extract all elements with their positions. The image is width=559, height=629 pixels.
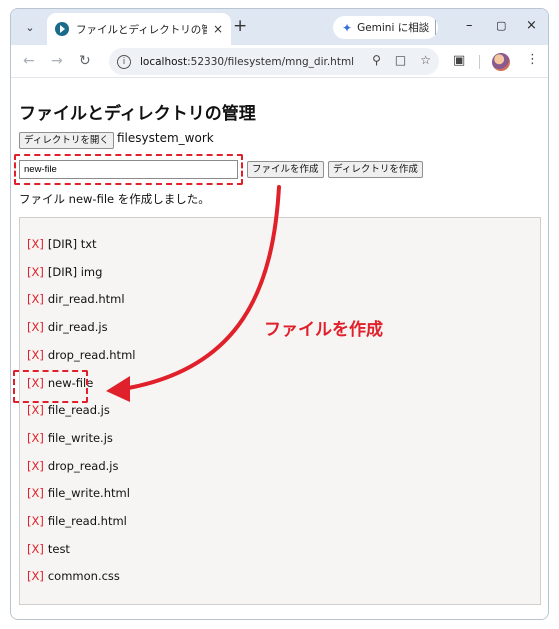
file-list-item: [X] common.css — [27, 569, 120, 583]
entry-name: file_write.js — [47, 430, 113, 445]
delete-link[interactable]: [X] — [27, 292, 44, 306]
gemini-button[interactable]: ✦ Gemini に相談 — [333, 16, 439, 39]
create-file-button[interactable]: ファイルを作成 — [247, 161, 324, 178]
tab-strip: ⌄ ファイルとディレクトリの管理 × + ✦ Gemini に相談 – ▢ × — [11, 9, 548, 45]
file-list: [X] [DIR] txt [X] [DIR] img [X] dir_read.html… — [19, 217, 541, 605]
page-title: ファイルとディレクトリの管理 — [19, 104, 256, 124]
annotation-label: ファイルを作成 — [264, 320, 383, 340]
entry-name: test — [47, 541, 70, 556]
delete-link[interactable]: [X] — [27, 569, 44, 583]
gemini-sparkle-icon: ✦ — [342, 20, 353, 35]
create-directory-button[interactable]: ディレクトリを作成 — [328, 161, 423, 178]
maximize-icon[interactable]: ▢ — [496, 19, 506, 32]
delete-link[interactable]: [X] — [27, 542, 44, 556]
delete-link[interactable]: [X] — [27, 320, 44, 334]
entry-name: file_read.html — [47, 514, 127, 528]
file-list-item: [X] dir_read.html — [27, 292, 125, 306]
close-window-icon[interactable]: × — [526, 18, 537, 33]
file-list-item: [X] file_read.html — [27, 514, 127, 528]
entry-name: drop_read.js — [47, 458, 119, 473]
status-message: ファイル new-file を作成しました。 — [19, 192, 210, 206]
new-tab-plus-icon[interactable]: + — [233, 17, 247, 35]
minimize-icon[interactable]: – — [466, 18, 473, 33]
entry-name: [DIR] txt — [47, 237, 97, 251]
profile-avatar[interactable] — [492, 53, 510, 71]
delete-link[interactable]: [X] — [27, 486, 44, 500]
entry-name: [DIR] img — [47, 264, 103, 279]
entry-name: file_write.html — [47, 486, 130, 501]
bookmark-star-icon[interactable]: ☆ — [420, 53, 431, 67]
address-bar[interactable]: i localhost:52330/filesystem/mng_dir.htm… — [109, 48, 439, 75]
favicon-icon — [55, 22, 69, 36]
file-list-item: [X] file_write.js — [27, 431, 113, 445]
browser-window: ⌄ ファイルとディレクトリの管理 × + ✦ Gemini に相談 – ▢ × … — [10, 8, 549, 620]
entry-name: dir_read.js — [47, 320, 108, 335]
zoom-icon[interactable]: ⚲ — [372, 53, 381, 67]
file-list-item: [X] [DIR] img — [27, 265, 102, 279]
file-list-item: [X] drop_read.js — [27, 459, 118, 473]
url-text[interactable]: localhost:52330/filesystem/mng_dir.html — [140, 56, 354, 68]
delete-link[interactable]: [X] — [27, 348, 44, 362]
back-arrow-icon[interactable]: ← — [23, 53, 35, 69]
divider — [479, 55, 480, 69]
tab-search-chevron-down-icon[interactable]: ⌄ — [19, 16, 41, 38]
delete-link[interactable]: [X] — [27, 514, 44, 528]
directory-name: filesystem_work — [117, 131, 214, 145]
entry-highlight-box — [13, 370, 88, 403]
page-content: ファイルとディレクトリの管理 ディレクトリを開く filesystem_work… — [11, 79, 548, 619]
browser-toolbar: ← → ↻ i localhost:52330/filesystem/mng_d… — [11, 45, 548, 78]
file-list-item: [X] test — [27, 542, 70, 556]
entry-name: drop_read.html — [47, 347, 136, 362]
tab-title: ファイルとディレクトリの管理 — [76, 23, 207, 36]
delete-link[interactable]: [X] — [27, 237, 44, 251]
delete-link[interactable]: [X] — [27, 431, 44, 445]
entry-name: common.css — [47, 569, 120, 584]
entry-name: file_read.js — [47, 403, 110, 418]
file-list-item: [X] drop_read.html — [27, 348, 135, 362]
menu-kebab-icon[interactable]: ⋮ — [526, 52, 539, 67]
reload-icon[interactable]: ↻ — [79, 53, 91, 69]
file-list-item: [X] dir_read.js — [27, 320, 108, 334]
name-input[interactable] — [19, 160, 238, 179]
tab-close-icon[interactable]: × — [213, 22, 223, 36]
file-list-item: [X] file_read.js — [27, 403, 110, 417]
delete-link[interactable]: [X] — [27, 403, 44, 417]
page-icon[interactable]: □ — [395, 53, 406, 67]
gemini-label: Gemini に相談 — [357, 22, 430, 34]
file-list-item: [X] [DIR] txt — [27, 237, 97, 251]
delete-link[interactable]: [X] — [27, 459, 44, 473]
open-directory-button[interactable]: ディレクトリを開く — [19, 132, 114, 149]
site-info-icon[interactable]: i — [117, 54, 131, 69]
tab-active[interactable]: ファイルとディレクトリの管理 × — [47, 13, 231, 45]
delete-link[interactable]: [X] — [27, 265, 44, 279]
file-list-item: [X] file_write.html — [27, 486, 130, 500]
extensions-icon[interactable]: ▣ — [453, 53, 465, 68]
entry-name: dir_read.html — [47, 292, 125, 307]
divider — [435, 20, 436, 35]
forward-arrow-icon[interactable]: → — [51, 53, 63, 69]
